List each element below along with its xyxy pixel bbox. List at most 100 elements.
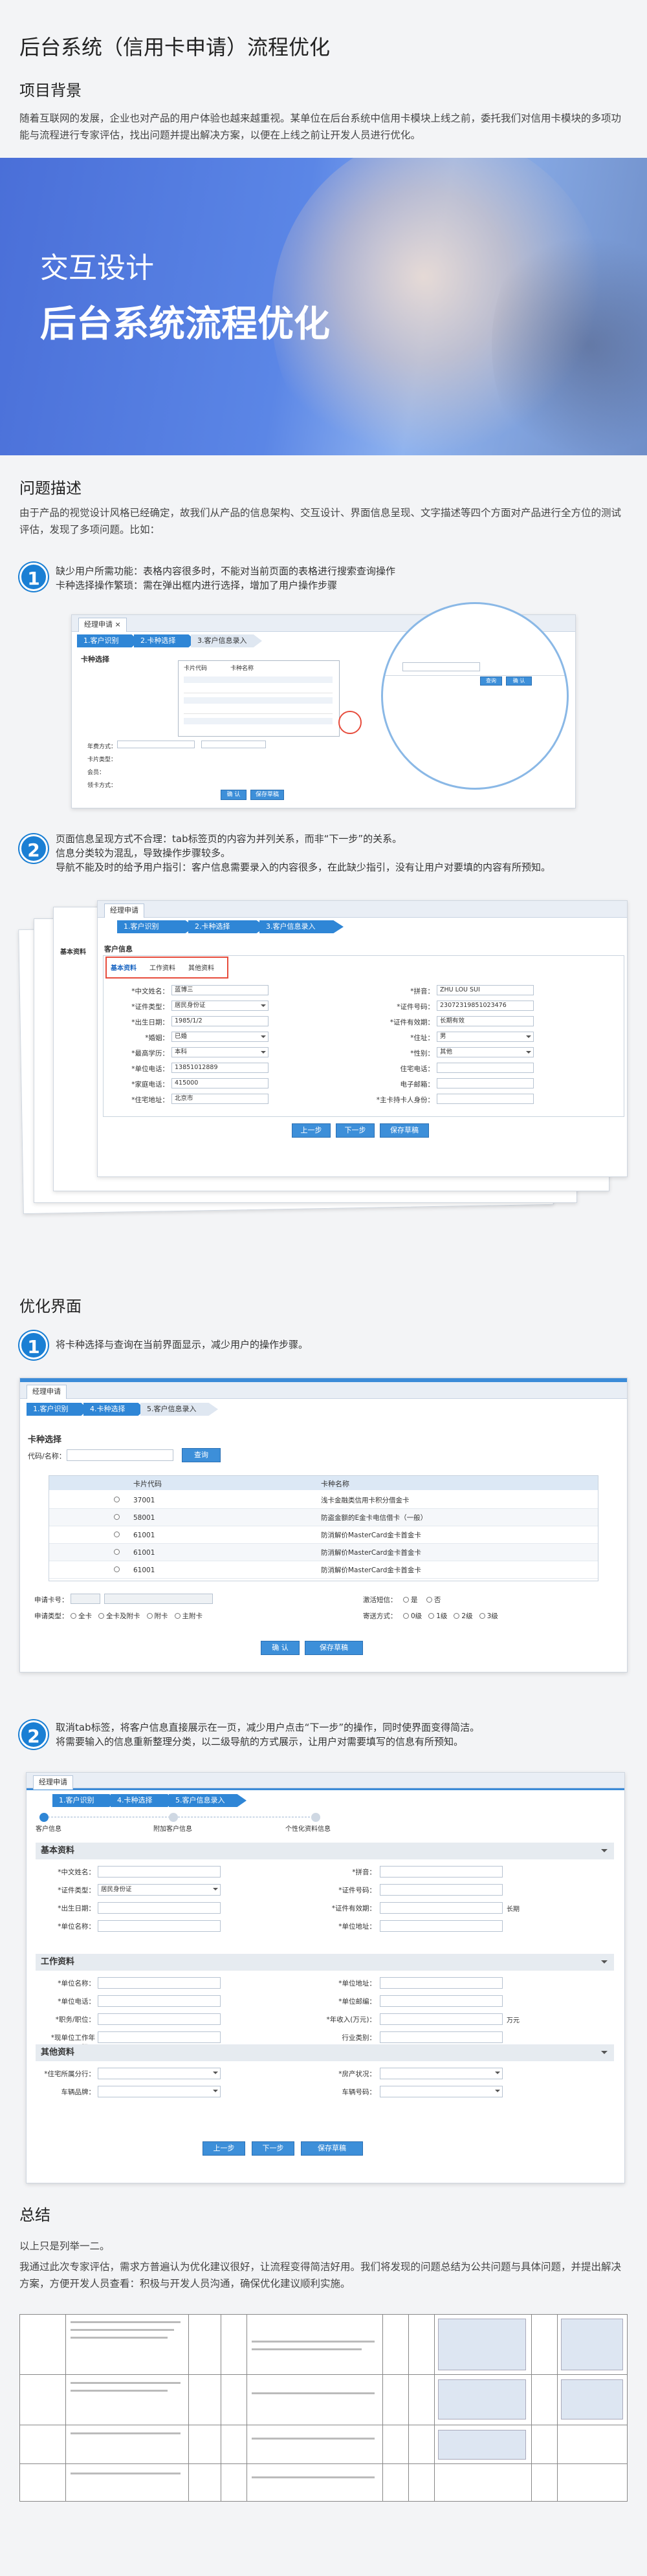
save-draft-button-3[interactable]: 保存草稿: [305, 1641, 363, 1655]
field-input[interactable]: [380, 1884, 503, 1896]
step4-customer-identify[interactable]: 1.客户识别: [52, 1794, 117, 1807]
table-row[interactable]: 58001 防盗金额的E金卡电信借卡（一般）: [49, 1509, 598, 1526]
long-term-checkbox[interactable]: 长期: [507, 1903, 520, 1913]
step4-customer-info[interactable]: 5.客户信息录入: [169, 1794, 247, 1807]
field-input[interactable]: 1985/1/2: [171, 1016, 269, 1026]
step3-card-select[interactable]: 4.卡种选择: [83, 1403, 146, 1416]
step3-customer-info[interactable]: 5.客户信息录入: [140, 1403, 218, 1416]
row-radio[interactable]: [114, 1532, 120, 1537]
prev-button-4[interactable]: 上一步: [203, 2141, 245, 2156]
step2-customer-info[interactable]: 3.客户信息录入: [259, 920, 344, 933]
field-label: *证件有效期：: [331, 1905, 376, 1912]
ship-options[interactable]: 0级 1级 2级 3级: [403, 1611, 498, 1621]
field-input[interactable]: 13851012889: [171, 1063, 269, 1073]
active-options[interactable]: 是 否: [403, 1595, 441, 1605]
confirm-button[interactable]: 确 认: [221, 790, 247, 800]
next-button-4[interactable]: 下一步: [252, 2141, 294, 2156]
field-input[interactable]: 其他: [437, 1047, 534, 1057]
hero-subtitle: 交互设计: [40, 252, 154, 285]
chevron-down-icon[interactable]: [601, 1960, 608, 1967]
field-input[interactable]: 居民身份证: [171, 1001, 269, 1011]
field-input[interactable]: [380, 2086, 503, 2097]
section-header[interactable]: 其他资料: [36, 2044, 614, 2061]
confirm-button-3[interactable]: 确 认: [261, 1641, 300, 1655]
section-header[interactable]: 基本资料: [36, 1843, 614, 1859]
field-input[interactable]: [380, 2068, 503, 2079]
field-input[interactable]: 长期有效: [437, 1016, 534, 1026]
field-input[interactable]: 居民身份证: [98, 1884, 221, 1896]
problem-heading: 问题描述: [19, 479, 82, 497]
progress-step-1[interactable]: 客户信息: [36, 1823, 61, 1833]
field-input[interactable]: [437, 1078, 534, 1088]
field-input[interactable]: [98, 1866, 221, 1878]
table-row[interactable]: 37001 浅卡金融类信用卡积分借金卡: [49, 1491, 598, 1509]
section-card-select-3: 卡种选择: [28, 1435, 62, 1445]
tab-manager-apply-4[interactable]: 经理申请: [33, 1775, 73, 1790]
next-button[interactable]: 下一步: [336, 1123, 375, 1138]
row-radio[interactable]: [114, 1566, 120, 1572]
field-input[interactable]: [98, 1995, 221, 2007]
prev-button[interactable]: 上一步: [292, 1123, 331, 1138]
save-draft-button-4[interactable]: 保存草稿: [301, 2141, 363, 2156]
step-customer-info[interactable]: 3.客户信息录入: [191, 634, 262, 647]
popup-col-name: 卡种名称: [230, 666, 254, 672]
row-radio[interactable]: [114, 1514, 120, 1520]
field-input[interactable]: [98, 1977, 221, 1989]
field-input[interactable]: [98, 2031, 221, 2043]
field-input[interactable]: [380, 2031, 503, 2043]
table-row[interactable]: 61001 防消解价MasterCard金卡首金卡: [49, 1544, 598, 1561]
field-input[interactable]: [98, 2013, 221, 2025]
step-card-select[interactable]: 2.卡种选择: [134, 634, 196, 647]
row-radio[interactable]: [114, 1497, 120, 1502]
field-input[interactable]: 本科: [171, 1047, 269, 1057]
card-popup: 卡片代码 卡种名称: [178, 660, 340, 737]
field-input[interactable]: [380, 1995, 503, 2007]
progress-step-2[interactable]: 附加客户信息: [153, 1823, 192, 1833]
field-input[interactable]: [380, 1902, 503, 1914]
field-input[interactable]: [98, 1920, 221, 1932]
field-input[interactable]: ZHU LOU SUI: [437, 985, 534, 995]
field-input[interactable]: [380, 2013, 503, 2025]
chevron-down-icon[interactable]: [601, 1849, 608, 1856]
row-radio[interactable]: [114, 1549, 120, 1555]
zoom-search-button[interactable]: 查询: [480, 676, 502, 686]
tab-manager-apply[interactable]: 经理申请 ×: [78, 618, 127, 632]
field-input[interactable]: 415000: [171, 1078, 269, 1088]
field-input[interactable]: [437, 1063, 534, 1073]
optimize-heading: 优化界面: [19, 1297, 82, 1315]
field-input[interactable]: [98, 2086, 221, 2097]
section-header[interactable]: 工作资料: [36, 1954, 614, 1971]
card-search-button[interactable]: 查询: [182, 1448, 221, 1462]
table-row[interactable]: 61001 防消解价MasterCard金卡首金卡: [49, 1561, 598, 1579]
card-search-input[interactable]: [67, 1449, 173, 1461]
field-input[interactable]: 已婚: [171, 1032, 269, 1042]
field-input[interactable]: [380, 1977, 503, 1989]
step4-card-select[interactable]: 4.卡种选择: [111, 1794, 175, 1807]
save-draft-button[interactable]: 保存草稿: [250, 790, 284, 800]
tab-manager-apply-3[interactable]: 经理申请: [27, 1385, 67, 1399]
field-input[interactable]: [380, 1866, 503, 1878]
step2-card-select[interactable]: 2.卡种选择: [188, 920, 266, 933]
progress-step-3[interactable]: 个性化资料信息: [285, 1823, 331, 1833]
field-input[interactable]: [98, 2068, 221, 2079]
optimize-item-2-line1: 取消tab标签，将客户信息直接展示在一页，减少用户点击“下一步”的操作，同时使界…: [56, 1722, 480, 1733]
field-input[interactable]: [98, 1902, 221, 1914]
apply-type-options[interactable]: 全卡 全卡及附卡 附卡 主附卡: [71, 1611, 203, 1621]
field-input[interactable]: [437, 1094, 534, 1104]
chevron-down-icon[interactable]: [601, 2051, 608, 2057]
field-input[interactable]: [380, 1920, 503, 1932]
zoom-confirm-button[interactable]: 确 认: [506, 676, 532, 686]
field-input[interactable]: 男: [437, 1032, 534, 1042]
step2-customer-identify[interactable]: 1.客户识别: [117, 920, 195, 933]
step-customer-identify[interactable]: 1.客户识别: [77, 634, 139, 647]
problem-item-1-line1: 缺少用户所需功能：表格内容很多时，不能对当前页面的表格进行搜索查询操作: [56, 565, 396, 577]
tab-manager-apply-2[interactable]: 经理申请: [104, 904, 144, 918]
step3-customer-identify[interactable]: 1.客户识别: [27, 1403, 89, 1416]
label-active-sms: 激活短信：: [363, 1596, 397, 1604]
field-input[interactable]: 蓝博三: [171, 985, 269, 995]
table-row[interactable]: 61001 防消解价MasterCard金卡首金卡: [49, 1526, 598, 1544]
field-input[interactable]: 北京市: [171, 1094, 269, 1104]
save-draft-button-2[interactable]: 保存草稿: [380, 1123, 429, 1138]
field-label: 行业类别：: [342, 2034, 377, 2042]
field-input[interactable]: 23072319851023476: [437, 1001, 534, 1011]
